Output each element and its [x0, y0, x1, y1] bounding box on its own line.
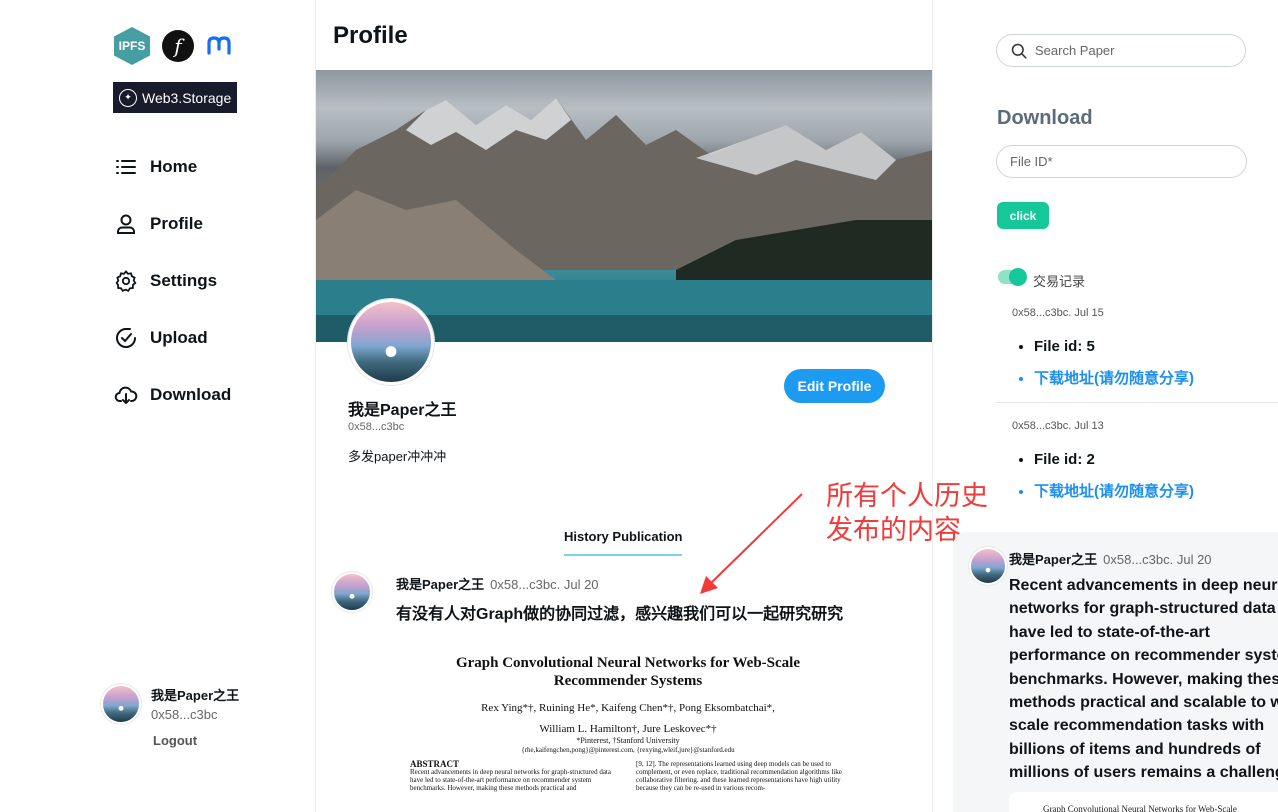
paper-authors: Rex Ying*†, Ruining He*, Kaifeng Chen*†,… — [481, 702, 775, 714]
search-input[interactable] — [1035, 43, 1235, 58]
post-author[interactable]: 我是Paper之王 — [396, 577, 484, 592]
transaction-record: 0x58...c3bc. Jul 13 File id: 2 下载地址(请勿随意… — [1012, 420, 1194, 508]
paper-emails: {rhe,kaifengchen,pong}@pinterest.com, {r… — [521, 746, 735, 754]
record-meta: 0x58...c3bc. Jul 13 — [1012, 420, 1104, 432]
tab-history-publication[interactable]: History Publication — [564, 529, 683, 556]
nav-item-home[interactable]: Home — [114, 138, 231, 195]
feed-card-document-preview[interactable]: Graph Convolutional Neural Networks for … — [1009, 792, 1278, 812]
nav-label: Home — [150, 156, 198, 176]
post-avatar[interactable] — [332, 572, 372, 612]
record-divider — [996, 402, 1278, 403]
menu-icon — [114, 155, 138, 179]
transactions-toggle[interactable] — [998, 268, 1027, 286]
upload-icon — [114, 326, 138, 350]
profile-banner-image — [316, 70, 932, 342]
web3storage-icon: ✦ — [119, 88, 137, 107]
paper-authors-2: William L. Hamilton†, Jure Leskovec*† — [539, 723, 717, 735]
record-download-link[interactable]: 下载地址(请勿随意分享) — [1034, 476, 1194, 508]
toggle-label: 交易记录 — [1033, 274, 1086, 289]
edit-profile-button[interactable]: Edit Profile — [784, 369, 885, 403]
avatar[interactable] — [101, 684, 141, 724]
nav-label: Upload — [150, 327, 208, 347]
paper-columns: ABSTRACT Recent advancements in deep neu… — [410, 759, 846, 793]
feed-card-author[interactable]: 我是Paper之王 — [1009, 552, 1097, 567]
feed-card-meta: 我是Paper之王 0x58...c3bc. Jul 20 — [1009, 549, 1212, 568]
paper-preview[interactable]: Graph Convolutional Neural Networks for … — [410, 654, 846, 792]
web3storage-badge[interactable]: ✦ Web3.Storage — [113, 82, 237, 113]
record-download-link[interactable]: 下载地址(请勿随意分享) — [1034, 363, 1194, 395]
paper-right-column: [9, 12]. The representations learned usi… — [636, 760, 842, 792]
post-text: 有没有人对Graph做的协同过滤，感兴趣我们可以一起研究研究 — [396, 606, 844, 623]
click-button[interactable]: click — [997, 202, 1049, 229]
main-nav: Home Profile Settings Upload Download — [114, 138, 231, 423]
user-icon — [114, 212, 138, 236]
feed-card-date: 0x58...c3bc. Jul 20 — [1103, 552, 1212, 567]
logo-row: IPFS f — [114, 27, 232, 65]
feed-card-avatar[interactable] — [969, 547, 1007, 585]
nav-item-download[interactable]: Download — [114, 366, 231, 423]
annotation-arrow-icon — [700, 493, 803, 594]
page-title: Profile — [333, 22, 408, 49]
file-id-input[interactable] — [996, 145, 1247, 178]
post-meta: 我是Paper之王 0x58...c3bc. Jul 20 — [396, 574, 599, 593]
gear-icon — [114, 269, 138, 293]
record-meta: 0x58...c3bc. Jul 15 — [1012, 307, 1104, 319]
cloud-download-icon — [114, 383, 138, 407]
nav-label: Settings — [150, 270, 218, 290]
profile-name: 我是Paper之王 — [348, 402, 457, 419]
nav-item-profile[interactable]: Profile — [114, 195, 231, 252]
record-file-id: File id: 5 — [1034, 331, 1194, 363]
paper-affiliation: *Pinterest, †Stanford University — [576, 736, 680, 745]
logout-button[interactable]: Logout — [153, 733, 197, 748]
account-address: 0x58...c3bc — [151, 707, 218, 722]
nav-label: Profile — [150, 213, 203, 233]
filecoin-logo[interactable]: f — [162, 30, 194, 62]
nav-item-upload[interactable]: Upload — [114, 309, 231, 366]
profile-address: 0x58...c3bc — [348, 421, 405, 433]
profile-avatar[interactable] — [348, 299, 434, 385]
ipfs-logo[interactable]: IPFS — [114, 27, 150, 65]
web3storage-label: Web3.Storage — [142, 89, 232, 106]
transaction-record: 0x58...c3bc. Jul 15 File id: 5 下载地址(请勿随意… — [1012, 307, 1194, 395]
m-logo-icon[interactable] — [206, 35, 232, 57]
feed-card-text: Recent advancements in deep neural netwo… — [1009, 577, 1278, 782]
record-file-id: File id: 2 — [1034, 444, 1194, 476]
search-icon — [1011, 43, 1027, 59]
paper-title: Graph Convolutional Neural Networks for … — [455, 655, 801, 689]
toggle-knob — [1009, 268, 1027, 286]
post-date: 0x58...c3bc. Jul 20 — [490, 577, 599, 592]
nav-item-settings[interactable]: Settings — [114, 252, 231, 309]
abstract-heading: ABSTRACT — [410, 759, 460, 769]
search-box[interactable] — [996, 34, 1246, 67]
left-sidebar: IPFS f ✦ Web3.Storage Home Profile Setti… — [0, 0, 316, 812]
right-panel: Download click 交易记录 0x58...c3bc. Jul 15 … — [933, 0, 1278, 812]
download-title: Download — [997, 107, 1093, 129]
account-name: 我是Paper之王 — [151, 688, 240, 703]
profile-bio: 多发paper冲冲冲 — [348, 449, 447, 464]
abstract-text: Recent advancements in deep neural netwo… — [410, 768, 611, 792]
nav-label: Download — [150, 384, 232, 404]
main-column: Profile Edit Profile 我是Paper之王 0x58...c3… — [316, 0, 933, 812]
